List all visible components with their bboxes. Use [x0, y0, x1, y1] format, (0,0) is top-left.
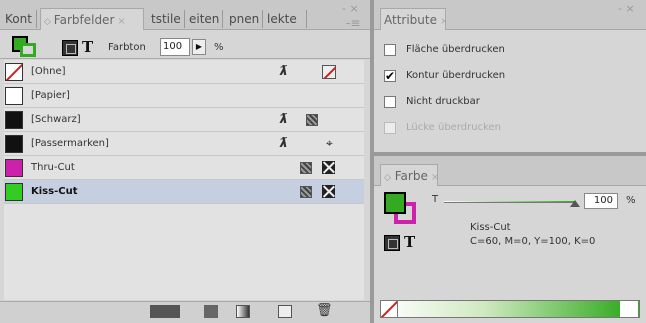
tint-value-input[interactable]: 100	[584, 193, 618, 209]
nonprinting-checkbox[interactable]	[384, 96, 396, 108]
tab-farbe[interactable]: ◇ Farbe×	[380, 164, 438, 186]
tint-channel-label: T	[432, 194, 439, 205]
formatting-text-icon[interactable]: T	[404, 233, 415, 251]
color-panel: ◇ Farbe× T T 100 % Kiss-Cut C=60, M=0, Y…	[374, 156, 646, 323]
tab-close-icon[interactable]: ×	[431, 172, 437, 183]
overprint-stroke-checkbox[interactable]: ✔	[384, 70, 396, 82]
formatting-container-icon[interactable]	[384, 235, 400, 251]
process-color-icon	[306, 114, 318, 126]
swatch-list: [Ohne] ƛ [Papier] [Schwarz] ƛ [Passermar…	[4, 60, 364, 300]
overprint-gap-label: Lücke überdrucken	[406, 122, 501, 133]
tint-unit: %	[214, 42, 224, 53]
tab-effekte[interactable]: lekte	[264, 8, 300, 30]
process-color-icon	[300, 162, 312, 174]
black-swatch-chip	[5, 111, 23, 129]
none-color-icon[interactable]	[380, 300, 398, 318]
overprint-gap-checkbox	[384, 122, 396, 134]
panel-collapse-icon[interactable]: - ×	[342, 2, 359, 15]
lock-icon: ƛ	[280, 136, 288, 151]
tint-slider[interactable]	[444, 201, 574, 203]
swatch-row-schwarz[interactable]: [Schwarz] ƛ	[4, 108, 364, 132]
tab-separator	[184, 10, 185, 28]
kiss-cut-swatch-chip	[5, 183, 23, 201]
tab-ebenen[interactable]: pnen	[226, 8, 262, 30]
tint-input[interactable]: 100	[160, 38, 190, 56]
tint-label: Farbton	[108, 42, 146, 53]
swatches-panel: Kont ◇ Farbfelder × tstile eiten pnen lek…	[0, 0, 370, 323]
process-color-icon	[300, 186, 312, 198]
tint-slider-arrow-icon[interactable]: ▶	[192, 39, 206, 55]
overprint-fill-label: Fläche überdrucken	[406, 44, 505, 55]
swatch-name: [Passermarken]	[31, 138, 109, 149]
color-tabbar: ◇ Farbe×	[374, 156, 646, 186]
tab-farbfelder-label: Farbfelder	[53, 13, 115, 27]
swatches-tabbar: Kont ◇ Farbfelder × tstile eiten pnen lek…	[0, 0, 370, 30]
tab-marker-icon: ◇	[44, 17, 54, 27]
tab-farbe-label: Farbe	[394, 169, 428, 183]
registration-icon: ⌖	[326, 136, 333, 150]
show-all-swatches-icon[interactable]	[150, 305, 180, 318]
delete-swatch-icon[interactable]: 🗑	[316, 303, 333, 318]
attributes-tabbar: Attribute× - ×	[374, 0, 646, 30]
tab-close-icon[interactable]: ×	[440, 16, 445, 27]
formatting-text-icon[interactable]: T	[82, 38, 93, 56]
tab-separator	[36, 10, 37, 28]
fill-color-icon[interactable]	[384, 192, 406, 214]
tint-slider-thumb[interactable]	[570, 200, 580, 207]
registration-swatch-chip	[5, 135, 23, 153]
tab-separator	[306, 10, 307, 28]
tab-marker-icon: ◇	[384, 173, 391, 183]
tab-separator	[262, 10, 263, 28]
fill-stroke-selector[interactable]	[12, 36, 38, 58]
tab-farbfelder[interactable]: ◇ Farbfelder ×	[40, 8, 144, 30]
swatches-bottom-bar	[0, 301, 370, 323]
overprint-fill-checkbox[interactable]	[384, 44, 396, 56]
show-gradient-swatches-icon[interactable]	[236, 305, 250, 318]
tint-unit: %	[626, 195, 636, 206]
panel-collapse-icon[interactable]: - ×	[618, 2, 635, 15]
swatch-name: Thru-Cut	[31, 162, 75, 173]
color-values: C=60, M=0, Y=100, K=0	[470, 236, 596, 247]
thru-cut-swatch-chip	[5, 159, 23, 177]
swatch-name: [Ohne]	[31, 66, 66, 77]
tab-attribute-label: Attribute	[384, 13, 437, 27]
swatch-row-passermarken[interactable]: [Passermarken] ƛ ⌖	[4, 132, 364, 156]
swatch-row-papier[interactable]: [Papier]	[4, 84, 364, 108]
tab-attribute[interactable]: Attribute×	[380, 8, 446, 30]
new-swatch-icon[interactable]	[278, 305, 292, 318]
tab-close-icon[interactable]: ×	[117, 16, 125, 27]
white-color-icon[interactable]	[620, 301, 638, 317]
tab-seiten[interactable]: eiten	[186, 8, 222, 30]
lock-icon: ƛ	[280, 112, 288, 127]
swatch-row-thru-cut[interactable]: Thru-Cut	[4, 156, 364, 180]
none-swatch-chip	[5, 63, 23, 81]
swatch-name: Kiss-Cut	[31, 186, 78, 197]
tab-kontur[interactable]: Kont	[2, 8, 35, 30]
spot-color-icon	[322, 161, 335, 174]
swatch-row-ohne[interactable]: [Ohne] ƛ	[4, 60, 364, 84]
paper-swatch-chip	[5, 87, 23, 105]
spot-color-icon	[322, 185, 335, 198]
show-color-swatches-icon[interactable]	[204, 305, 218, 318]
formatting-container-icon[interactable]	[62, 40, 78, 56]
tab-konturstile[interactable]: tstile	[148, 8, 184, 30]
nonprinting-label: Nicht druckbar	[406, 96, 480, 107]
swatch-name: [Papier]	[31, 90, 70, 101]
none-color-icon	[322, 65, 336, 79]
swatch-row-kiss-cut[interactable]: Kiss-Cut	[4, 180, 364, 204]
attributes-panel: Attribute× - × Fläche überdrucken ✔ Kont…	[374, 0, 646, 152]
color-ramp[interactable]	[380, 300, 640, 318]
swatch-name: [Schwarz]	[31, 114, 81, 125]
stroke-swatch-icon[interactable]	[20, 43, 36, 57]
color-swatch-name: Kiss-Cut	[470, 222, 511, 233]
panel-menu-icon[interactable]: -≡	[346, 16, 360, 30]
overprint-stroke-label: Kontur überdrucken	[406, 70, 506, 81]
lock-icon: ƛ	[280, 64, 288, 79]
tab-separator	[222, 10, 223, 28]
